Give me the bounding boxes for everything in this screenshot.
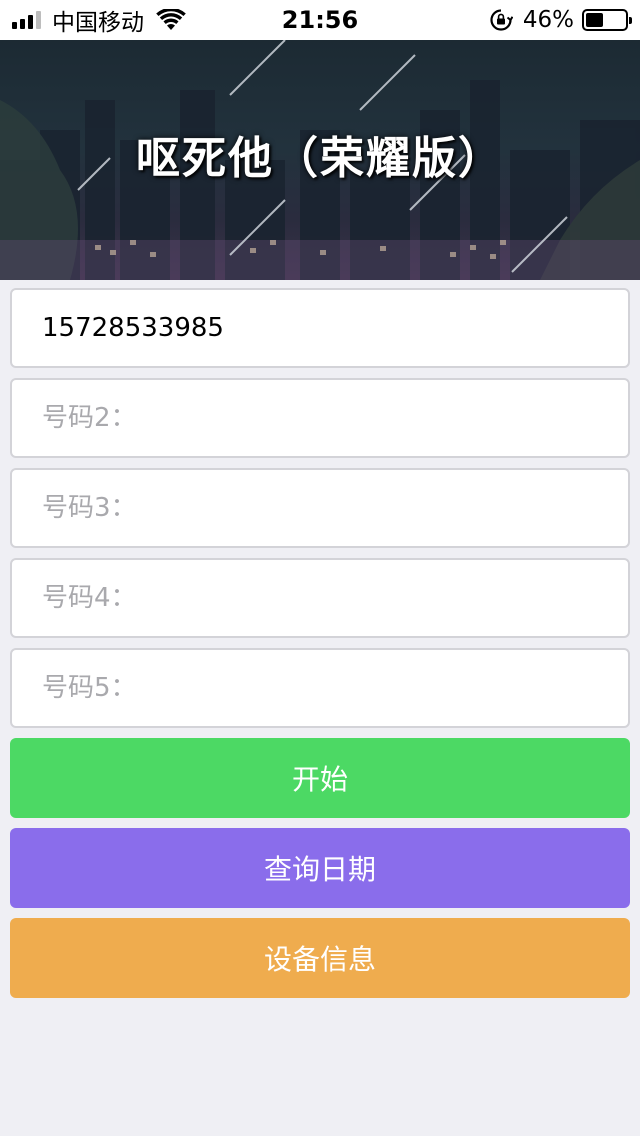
query-date-button[interactable]: 查询日期: [10, 828, 630, 908]
battery-icon: [582, 9, 632, 31]
battery-fill: [586, 13, 604, 27]
phone-field-5[interactable]: [10, 648, 630, 728]
device-info-button[interactable]: 设备信息: [10, 918, 630, 998]
battery-percent: 46%: [522, 7, 574, 33]
status-right: 46%: [489, 0, 632, 40]
phone-field-2[interactable]: [10, 378, 630, 458]
status-bar: 中国移动 21:56 46%: [0, 0, 640, 40]
rotation-lock-icon: [490, 9, 513, 31]
banner-title: 呕死他（荣耀版）: [136, 133, 504, 184]
phone-field-4[interactable]: [10, 558, 630, 638]
banner: 呕死他（荣耀版）: [0, 40, 640, 280]
phone-field-1[interactable]: [10, 288, 630, 368]
start-button[interactable]: 开始: [10, 738, 630, 818]
phone-field-3[interactable]: [10, 468, 630, 548]
